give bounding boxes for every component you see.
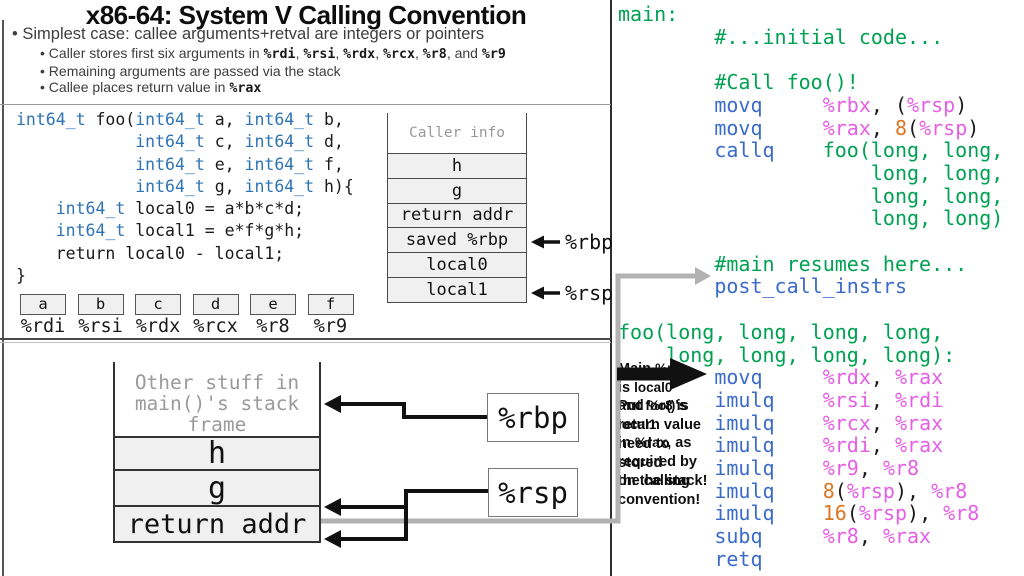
argument-register-row: a%rdi b%rsi c%rdx d%rcx e%r8 f%r9 [20,294,354,337]
register-label: %rsi [78,316,124,337]
arg-mapping-cell: a%rdi [20,294,66,337]
arg-mapping-cell: f%r9 [308,294,354,337]
bullet-remaining-args: Remaining arguments are passed via the s… [40,63,506,79]
code-line: int64_t e, int64_t f, [16,154,354,176]
title-panel-border [0,104,611,105]
rsp-box-arrowhead-lower [324,530,341,548]
code-panel-border [0,338,611,340]
code-line: int64_t local1 = e*f*g*h; [16,220,354,242]
rbp-box-arrow [336,404,487,417]
code-line [618,48,1003,71]
code-line: #Call foo()! [618,71,1003,94]
arg-mapping-cell: b%rsi [78,294,124,337]
code-line: return local0 - local1; [16,243,354,265]
stack-slot: saved %rbp [388,227,526,252]
code-line: required by [618,453,728,472]
rbp-pointer-label: %rbp [565,230,613,254]
code-line: long, long, [618,185,1003,208]
code-line: long, long) [618,207,1003,230]
code-line: in %rax, as [618,434,728,453]
code-line [618,230,1003,253]
code-line: the calling [618,472,728,491]
code-line: post_call_instrs [618,275,1003,298]
stack-slot: h [388,153,526,178]
param-box: e [250,294,296,315]
code-line: #main resumes here... [618,253,1003,276]
param-box: c [135,294,181,315]
stack-slot: local0 [388,252,526,277]
code-line: int64_t g, int64_t h){ [16,176,354,198]
bullet-caller-stores: Caller stores first six arguments in %rd… [40,45,506,63]
rbp-register-box: %rbp [487,393,579,442]
code-line: long, long, [618,162,1003,185]
code-line: foo(long, long, long, long, [618,321,1003,344]
code-line: int64_t local0 = a*b*c*d; [16,198,354,220]
rsp-box-arrowhead-upper [324,498,341,516]
caller-rbp-arrowhead [531,236,544,249]
rsp-pointer-label: %rsp [565,281,613,305]
code-line: callq foo(long, long, [618,139,1003,162]
rsp-register-box: %rsp [488,468,578,517]
code-line: } [16,265,354,287]
code-line: convention! [618,491,728,510]
code-line: main: [618,3,1003,26]
code-line: Put foo()'s [618,397,728,416]
code-line: movq %rax, 8(%rsp) [618,117,1003,140]
callout-return-value: Put foo()'sreturn valuein %rax, asrequir… [618,397,728,509]
code-line: int64_t foo(int64_t a, int64_t b, [16,109,354,131]
rsp-box-arrow [336,491,488,539]
bullet-simplest-case: Simplest case: callee arguments+retval a… [12,23,506,45]
caller-rsp-arrowhead [531,287,544,300]
stack-slot: return addr [388,203,526,228]
bullet-callee-retval: Callee places return value in %rax [40,79,506,97]
param-box: d [193,294,239,315]
bullet-list: Simplest case: callee arguments+retval a… [12,23,506,97]
main-stack-frame-label: Other stuff inmain()'s stackframe [115,362,319,436]
code-line: #...initial code... [618,26,1003,49]
stack-slot: return addr [115,505,319,541]
register-label: %rcx [193,316,239,337]
param-box: b [78,294,124,315]
arg-mapping-cell: d%rcx [193,294,239,337]
arg-mapping-cell: c%rdx [135,294,181,337]
code-line: retq [618,548,1003,571]
c-source-code: int64_t foo(int64_t a, int64_t b, int64_… [16,109,354,287]
code-line [618,298,1003,321]
code-line: Main %rax [618,360,728,379]
register-label: %r9 [308,316,354,337]
code-line: int64_t c, int64_t d, [16,131,354,153]
main-stack-diagram: Other stuff inmain()'s stackframe hgretu… [113,362,321,543]
code-panel-border-shadow [0,342,611,343]
register-label: %rdi [20,316,66,337]
code-line: subq %r8, %rax [618,525,1003,548]
code-line: is local0 [618,379,728,398]
code-line: movq %rbx, (%rsp) [618,94,1003,117]
stack-slot: local1 [388,277,526,302]
stack-slot: h [115,436,319,469]
param-box: f [308,294,354,315]
caller-stack-title: Caller info [388,113,526,153]
code-line: return value [618,416,728,435]
register-label: %r8 [250,316,296,337]
stack-slot: g [115,469,319,505]
rbp-box-arrowhead [324,395,341,413]
caller-stack-diagram: Caller info hgreturn addrsaved %rbplocal… [387,113,527,303]
stack-slot: g [388,178,526,203]
param-box: a [20,294,66,315]
arg-mapping-cell: e%r8 [250,294,296,337]
slide-canvas: x86-64: System V Calling Convention Simp… [0,0,1024,576]
register-label: %rdx [135,316,181,337]
